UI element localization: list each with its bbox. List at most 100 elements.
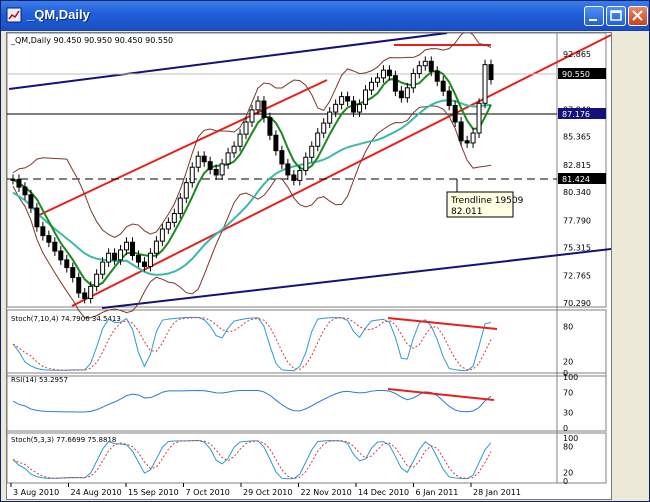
chart-header: _QM,Daily 90.450 90.950 90.450 90.550 (10, 36, 173, 45)
candle-body (261, 100, 267, 119)
candle-body (153, 240, 159, 254)
date-tick-label: 28 Jan 2011 (473, 488, 521, 497)
channel-upper-1 (36, 79, 328, 217)
candle-body (345, 96, 351, 102)
candle-body (40, 226, 46, 237)
candle-body (428, 60, 434, 72)
date-tick-label: 15 Sep 2010 (128, 488, 179, 497)
maximize-button[interactable] (606, 6, 626, 26)
close-button[interactable] (628, 6, 648, 26)
candle-body (291, 174, 297, 181)
candle-body (464, 140, 470, 144)
candle-body (363, 89, 369, 105)
candle-body (171, 213, 177, 223)
price-chart[interactable]: Trendline 19509 82.011 _QM,Daily 90.450 … (7, 33, 611, 499)
candle-body (207, 161, 213, 170)
candle-body (351, 100, 357, 113)
candle-body (309, 145, 315, 158)
hline-price-label: 87.176 (562, 110, 590, 119)
indicator-axis-labels: 802001007030010080200 (563, 323, 578, 486)
chart-window: _QM,Daily Trendline 19509 82.011 _QM,Dai… (0, 0, 650, 502)
minimize-button[interactable] (584, 6, 604, 26)
candle-body (303, 156, 309, 172)
candle-body (159, 228, 165, 242)
current-price-label: 90.550 (562, 70, 590, 79)
date-tick-label: 14 Dec 2010 (358, 488, 409, 497)
indicator-tick-label: 70 (563, 388, 573, 397)
candle-body (225, 152, 231, 165)
date-tick-label: 3 Aug 2010 (13, 488, 59, 497)
candles-group (10, 56, 494, 304)
candle-body (446, 90, 452, 106)
candle-body (124, 241, 130, 251)
candle-body (177, 197, 183, 215)
candle-body (213, 168, 219, 176)
candle-body (106, 252, 112, 263)
date-tick-label: 6 Jan 2011 (416, 488, 459, 497)
candle-body (183, 182, 189, 199)
candle-body (452, 104, 458, 123)
rsi-panel-frame (7, 372, 607, 432)
candle-body (279, 150, 285, 165)
date-tick-label: 22 Nov 2010 (301, 488, 352, 497)
indicator-tick-label: 20 (563, 357, 573, 366)
candle-body (273, 134, 279, 152)
candle-body (476, 102, 482, 134)
candle-body (10, 178, 16, 181)
candle-body (100, 261, 106, 275)
candle-body (189, 166, 195, 184)
rsi-line (12, 389, 492, 413)
candle-body (374, 77, 380, 83)
candle-body (416, 65, 422, 74)
price-tick-label: 75.315 (563, 244, 591, 253)
chart-area[interactable]: Trendline 19509 82.011 _QM,Daily 90.450 … (6, 32, 612, 500)
candle-body (243, 121, 249, 135)
title-bar[interactable]: _QM,Daily (1, 1, 649, 31)
date-axis-labels: 3 Aug 2010 24 Aug 2010 15 Sep 2010 7 Oct 20… (10, 483, 521, 497)
candle-body (147, 252, 153, 267)
indicator-tick-label: 80 (563, 323, 573, 332)
candle-body (315, 132, 321, 147)
candle-body (118, 249, 124, 261)
date-tick-label: 29 Oct 2010 (243, 488, 292, 497)
candle-body (297, 170, 303, 181)
price-tick-label: 92.865 (563, 50, 591, 59)
candle-body (28, 194, 34, 209)
candle-body (267, 117, 273, 136)
chart-window-icon (6, 7, 22, 23)
candle-body (327, 111, 333, 124)
lower-navy-trendline (101, 248, 611, 309)
candle-body (22, 186, 28, 196)
candle-body (285, 163, 291, 176)
candle-body (135, 254, 141, 263)
stoch1-label: Stoch(7,10,4) 74.7906 34.5413 (11, 315, 121, 323)
candle-body (482, 64, 488, 104)
price-tick-label: 77.790 (563, 216, 591, 225)
candle-body (398, 90, 404, 99)
candle-body (112, 252, 118, 261)
minimize-icon (589, 19, 597, 21)
candle-body (34, 207, 40, 228)
candle-body (357, 103, 363, 113)
price-tick-label: 85.365 (563, 133, 591, 142)
candle-body (369, 81, 374, 91)
candle-body (46, 235, 52, 243)
maximize-icon (610, 10, 622, 21)
candle-body (76, 277, 82, 294)
candle-body (434, 70, 440, 82)
date-tick-label: 7 Oct 2010 (186, 488, 230, 497)
tooltip-line2: 82.011 (451, 207, 483, 217)
dashed-price-label: 81.424 (562, 175, 590, 184)
candle-body (458, 121, 464, 142)
indicator-tick-label: 100 (563, 373, 578, 382)
candle-body (195, 155, 201, 168)
candle-body (380, 69, 386, 79)
candle-body (130, 241, 135, 256)
candle-body (440, 80, 446, 92)
stoch1-signal-line (12, 317, 492, 371)
candle-body (237, 133, 243, 147)
candle-body (201, 155, 207, 163)
stoch2-signal-line (12, 440, 492, 480)
stoch1-divergence-line (387, 317, 498, 330)
rsi-label: RSI(14) 53.2957 (11, 376, 68, 384)
